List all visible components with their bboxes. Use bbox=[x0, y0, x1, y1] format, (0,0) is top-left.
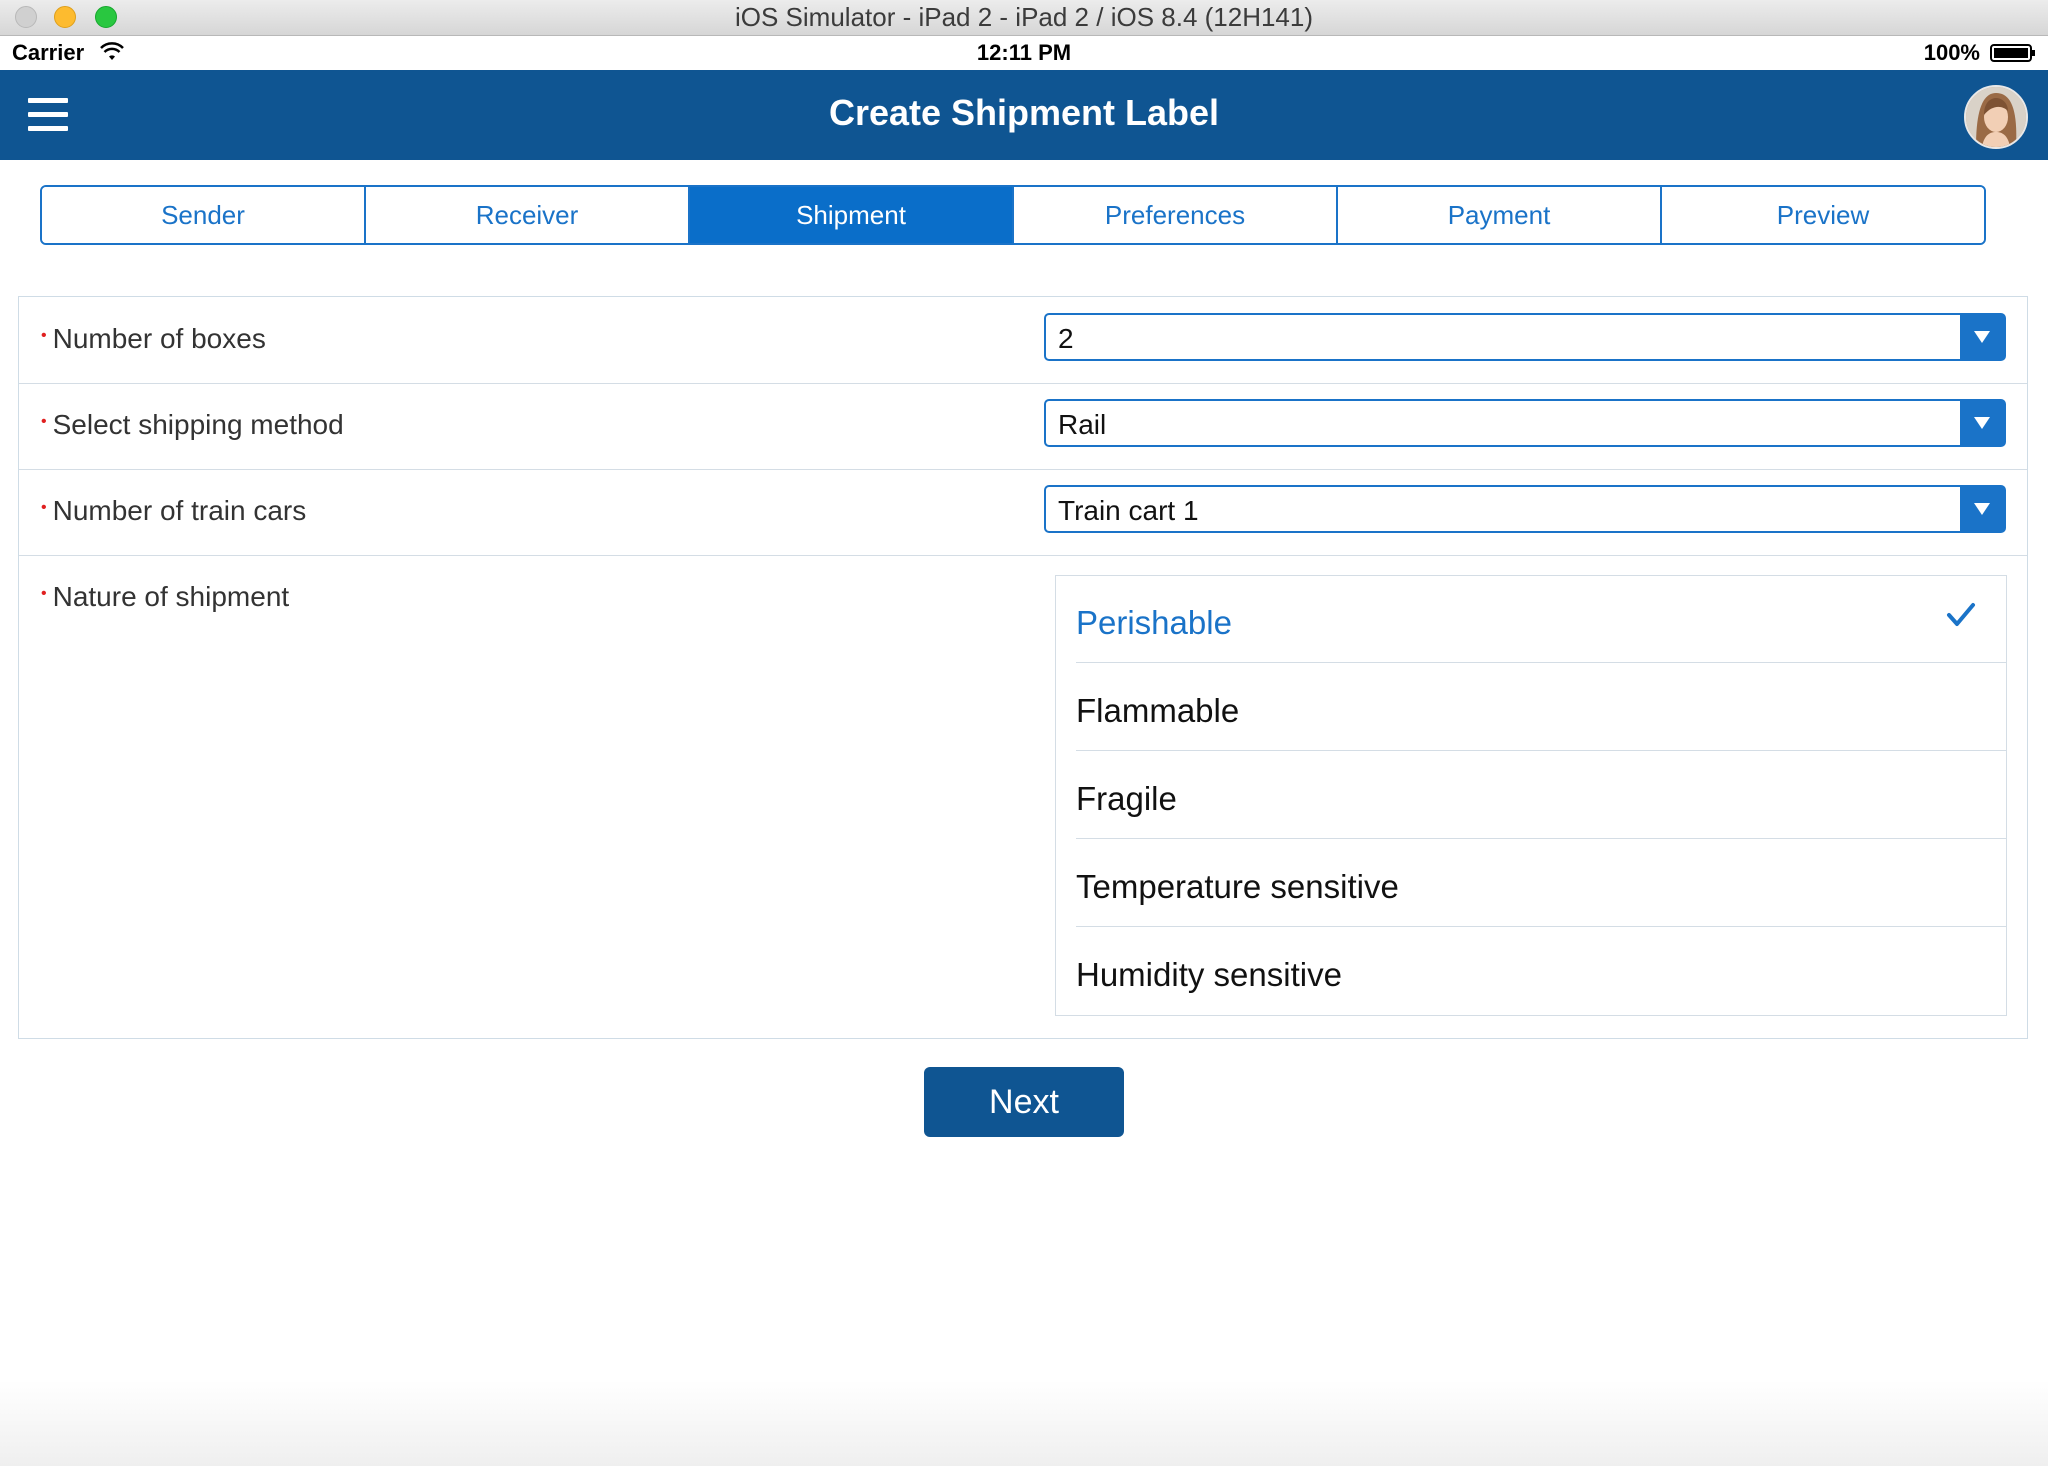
number-of-boxes-label-text: Number of boxes bbox=[52, 323, 266, 354]
tab-receiver[interactable]: Receiver bbox=[366, 187, 690, 243]
nature-option-flammable[interactable]: Flammable bbox=[1076, 664, 2006, 751]
train-cars-label: • Number of train cars bbox=[41, 495, 306, 527]
option-label: Humidity sensitive bbox=[1076, 956, 1342, 993]
required-indicator: • bbox=[41, 413, 47, 430]
user-avatar[interactable] bbox=[1964, 85, 2028, 149]
required-indicator: • bbox=[41, 585, 47, 602]
nature-of-shipment-label: • Nature of shipment bbox=[41, 581, 289, 613]
nature-option-fragile[interactable]: Fragile bbox=[1076, 752, 2006, 839]
status-bar: Carrier 12:11 PM 100% bbox=[0, 36, 2048, 70]
train-cars-select[interactable]: Train cart 1 bbox=[1044, 485, 2006, 533]
battery-percentage: 100% bbox=[1923, 40, 1980, 65]
train-cars-label-text: Number of train cars bbox=[52, 495, 307, 526]
window-title: iOS Simulator - iPad 2 - iPad 2 / iOS 8.… bbox=[734, 2, 1314, 32]
option-label: Fragile bbox=[1076, 780, 1177, 817]
train-cars-row: • Number of train cars Train cart 1 bbox=[19, 469, 2027, 556]
tab-shipment[interactable]: Shipment bbox=[690, 187, 1014, 243]
shipping-method-label-text: Select shipping method bbox=[52, 409, 344, 440]
number-of-boxes-label: • Number of boxes bbox=[41, 323, 266, 355]
tab-preferences[interactable]: Preferences bbox=[1014, 187, 1338, 243]
nature-of-shipment-label-text: Nature of shipment bbox=[52, 581, 290, 612]
dropdown-arrow-icon[interactable] bbox=[1960, 315, 2004, 359]
option-label: Temperature sensitive bbox=[1076, 868, 1399, 905]
tab-payment[interactable]: Payment bbox=[1338, 187, 1662, 243]
checkmark-icon bbox=[1947, 603, 1975, 626]
option-label: Perishable bbox=[1076, 604, 1232, 641]
tab-sender[interactable]: Sender bbox=[42, 187, 366, 243]
next-button[interactable]: Next bbox=[924, 1067, 1124, 1137]
option-label: Flammable bbox=[1076, 692, 1240, 729]
dropdown-arrow-icon[interactable] bbox=[1960, 401, 2004, 445]
shipping-method-select[interactable]: Rail bbox=[1044, 399, 2006, 447]
dropdown-arrow-icon[interactable] bbox=[1960, 487, 2004, 531]
nature-of-shipment-list: Perishable Flammable Fragile Temperature… bbox=[1055, 575, 2007, 1016]
shipment-form: • Number of boxes 2 • Select shipping meth… bbox=[18, 296, 2028, 1039]
step-tabs: Sender Receiver Shipment Preferences Pay… bbox=[40, 185, 1986, 245]
number-of-boxes-row: • Number of boxes 2 bbox=[19, 297, 2027, 384]
required-indicator: • bbox=[41, 499, 47, 516]
battery-icon bbox=[1990, 44, 2035, 62]
number-of-boxes-value: 2 bbox=[1058, 323, 1074, 354]
required-indicator: • bbox=[41, 327, 47, 344]
window-titlebar: iOS Simulator - iPad 2 - iPad 2 / iOS 8.… bbox=[0, 0, 2048, 36]
bottom-area bbox=[0, 1380, 2048, 1466]
shipping-method-label: • Select shipping method bbox=[41, 409, 344, 441]
shipping-method-row: • Select shipping method Rail bbox=[19, 383, 2027, 470]
train-cars-value: Train cart 1 bbox=[1058, 495, 1199, 526]
tab-preview[interactable]: Preview bbox=[1662, 187, 1984, 243]
number-of-boxes-select[interactable]: 2 bbox=[1044, 313, 2006, 361]
status-time: 12:11 PM bbox=[976, 40, 1072, 65]
user-avatar-image bbox=[1966, 87, 2026, 147]
page-title: Create Shipment Label bbox=[828, 92, 1220, 133]
app-header: Create Shipment Label bbox=[0, 70, 2048, 160]
nature-option-humidity-sensitive[interactable]: Humidity sensitive bbox=[1076, 928, 2006, 1015]
nature-option-perishable[interactable]: Perishable bbox=[1076, 576, 2006, 663]
nature-option-temperature-sensitive[interactable]: Temperature sensitive bbox=[1076, 840, 2006, 927]
shipping-method-value: Rail bbox=[1058, 409, 1107, 440]
